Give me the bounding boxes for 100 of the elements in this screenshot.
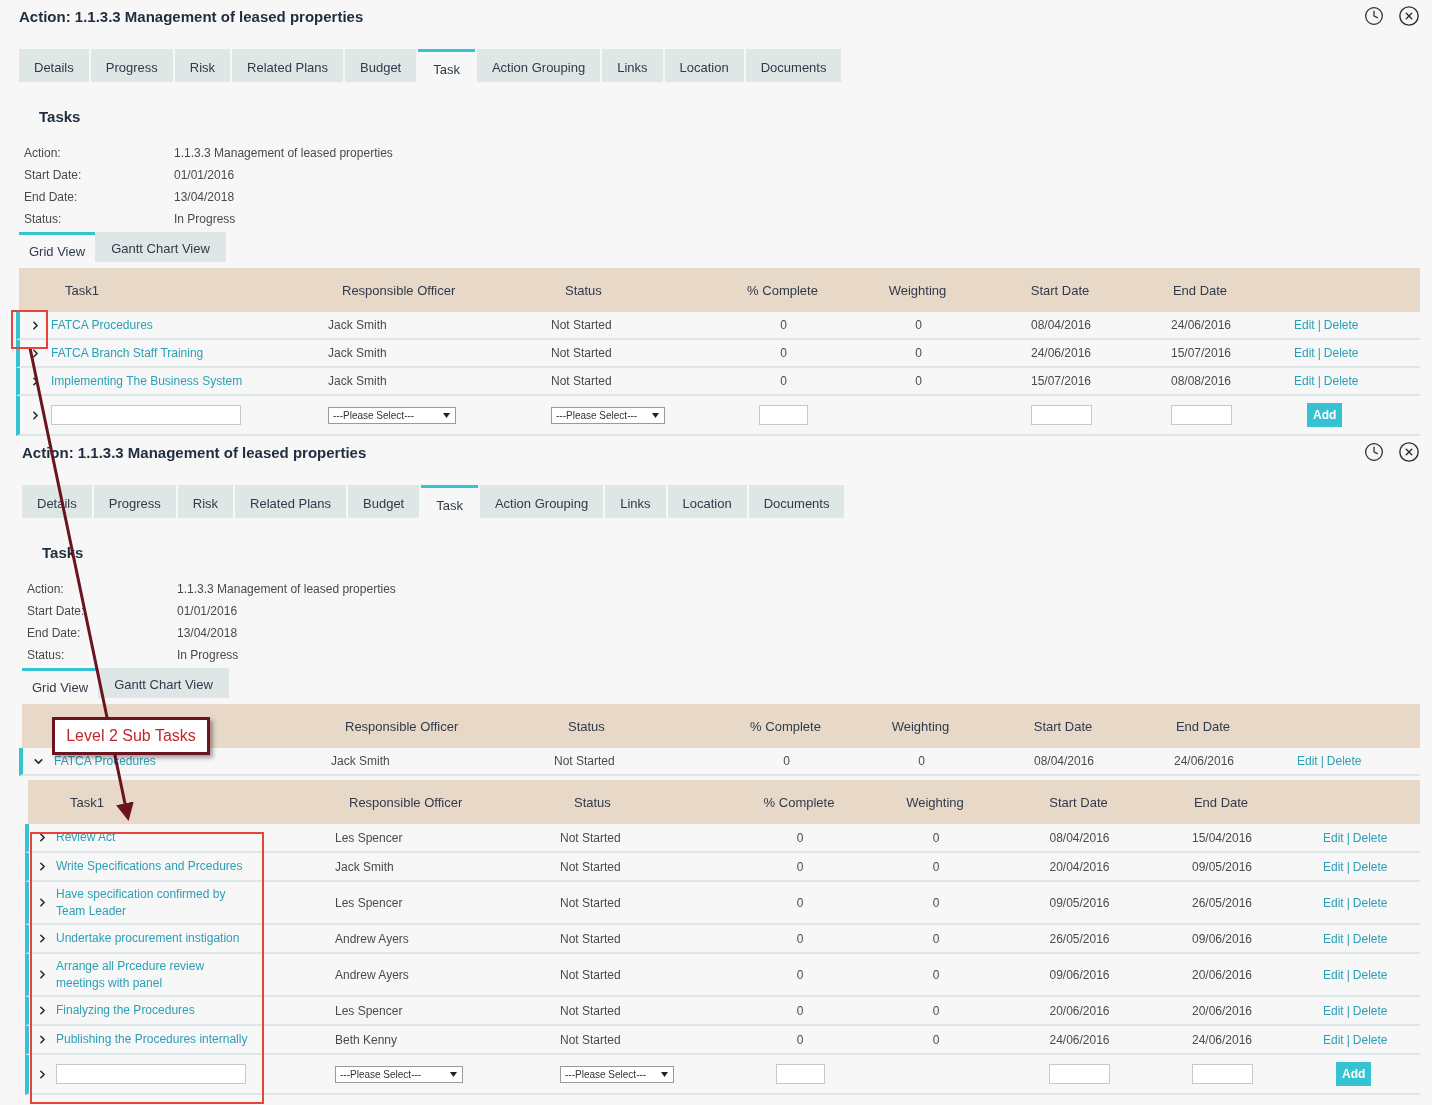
tab[interactable]: Links [602,49,663,82]
end-date-cell-text: 08/08/2016 [1169,374,1233,388]
view-tab[interactable]: Gantt Chart View [98,668,229,698]
task-name-link[interactable]: Undertake procurement instigation [56,930,256,947]
delete-link[interactable]: Delete [1352,1003,1388,1018]
tab[interactable]: Location [664,49,744,82]
complete-cell-text: 0 [795,1003,805,1018]
column-header: Responsible Officer [341,282,457,298]
close-icon[interactable] [1398,5,1420,27]
status-cell-text: Not Started [551,374,613,388]
start-date-input[interactable] [1049,1064,1110,1084]
tab[interactable]: Progress [90,49,173,82]
tab[interactable]: Progress [93,485,176,518]
edit-link[interactable]: Edit [1294,318,1315,332]
tab[interactable]: Action Grouping [479,485,604,518]
delete-link[interactable]: Delete [1352,830,1388,845]
tab[interactable]: Documents [748,485,845,518]
task-name-link[interactable]: Write Specifications and Prcedures [56,858,256,875]
tab[interactable]: Links [605,485,666,518]
column-header: Status [564,282,603,298]
column-header: Task1 [69,794,105,810]
tab[interactable]: Risk [174,49,231,82]
edit-link[interactable]: Edit [1323,967,1344,982]
complete-input[interactable] [759,405,808,425]
task-name-link[interactable]: Publishing the Procedures internally [56,1031,256,1048]
officer-cell-text: Les Spencer [335,1003,404,1018]
edit-link[interactable]: Edit [1294,374,1315,388]
end-date-cell-text: 15/07/2016 [1169,346,1233,360]
delete-link[interactable]: Delete [1323,318,1359,332]
task-name-input[interactable] [56,1064,246,1084]
delete-link[interactable]: Delete [1352,1032,1388,1047]
officer-cell-text: Andrew Ayers [335,967,410,982]
tab[interactable]: Budget [345,49,417,82]
separator: | [1317,346,1321,360]
status-select[interactable]: ---Please Select--- [551,406,665,424]
edit-link[interactable]: Edit [1323,859,1344,874]
task-name-input[interactable] [51,405,241,425]
tab[interactable]: Related Plans [235,485,346,518]
info-value: 01/01/2016 [177,604,239,618]
edit-link[interactable]: Edit [1323,1032,1344,1047]
edit-link[interactable]: Edit [1323,895,1344,910]
officer-select[interactable]: ---Please Select--- [328,406,456,424]
separator: | [1320,754,1324,768]
start-date-cell-text: 20/04/2016 [1048,859,1111,874]
complete-cell-text: 0 [795,1032,805,1047]
edit-link[interactable]: Edit [1323,1003,1344,1018]
delete-link[interactable]: Delete [1323,346,1359,360]
delete-link[interactable]: Delete [1352,895,1388,910]
column-header: Task1 [64,282,100,298]
edit-link[interactable]: Edit [1294,346,1315,360]
close-icon[interactable] [1398,441,1420,463]
status-cell-text: Not Started [560,931,622,946]
info-value: 1.1.3.3 Management of leased properties [174,146,394,160]
status-select[interactable]: ---Please Select--- [560,1065,674,1083]
officer-cell-text: Jack Smith [328,318,388,332]
complete-cell-text: 0 [795,830,805,845]
task-name-link[interactable]: Implementing The Business System [51,372,321,390]
complete-input[interactable] [775,1064,825,1084]
delete-link[interactable]: Delete [1352,931,1388,946]
start-date-cell-text: 08/04/2016 [1048,830,1111,845]
end-date-input[interactable] [1170,405,1232,425]
delete-link[interactable]: Delete [1326,754,1362,768]
task-name-link[interactable]: Have specification confirmed by Team Leader [56,885,256,920]
task-name-link[interactable]: FATCA Branch Staff Training [51,344,321,362]
add-button[interactable]: Add [1307,403,1343,427]
caret-icon [450,1070,457,1078]
task-name-link[interactable]: Arrange all Prcedure review meetings with panel [56,957,256,992]
edit-link[interactable]: Edit [1297,754,1318,768]
edit-link[interactable]: Edit [1323,931,1344,946]
history-clock-icon[interactable] [1364,6,1384,26]
task-name-link[interactable]: Finalyzing the Procedures [56,1002,256,1019]
history-clock-icon[interactable] [1364,442,1384,462]
end-date-cell-text: 09/06/2016 [1190,931,1254,946]
tab[interactable]: Risk [177,485,234,518]
start-date-input[interactable] [1030,405,1092,425]
delete-link[interactable]: Delete [1352,967,1388,982]
officer-select[interactable]: ---Please Select--- [335,1065,463,1083]
tab[interactable]: Details [19,49,89,82]
separator: | [1346,830,1350,845]
delete-link[interactable]: Delete [1352,859,1388,874]
status-cell-text: Not Started [551,346,613,360]
tab[interactable]: Related Plans [232,49,343,82]
caret-icon [652,411,659,419]
column-header: Weighting [887,282,948,298]
highlight-frame [11,310,48,349]
tab[interactable]: Action Grouping [476,49,601,82]
tab[interactable]: Documents [745,49,842,82]
add-button[interactable]: Add [1336,1062,1372,1086]
end-date-cell-text: 24/06/2016 [1169,318,1233,332]
tab[interactable]: Location [667,485,747,518]
separator: | [1346,967,1350,982]
status-cell-text: Not Started [551,318,613,332]
end-date-input[interactable] [1191,1064,1253,1084]
info-label: Status: [27,648,66,662]
task-name-link[interactable]: FATCA Procedures [51,316,321,334]
view-tab[interactable]: Gantt Chart View [95,232,226,262]
info-label: Action: [27,582,65,596]
delete-link[interactable]: Delete [1323,374,1359,388]
tab[interactable]: Budget [348,485,420,518]
edit-link[interactable]: Edit [1323,830,1344,845]
